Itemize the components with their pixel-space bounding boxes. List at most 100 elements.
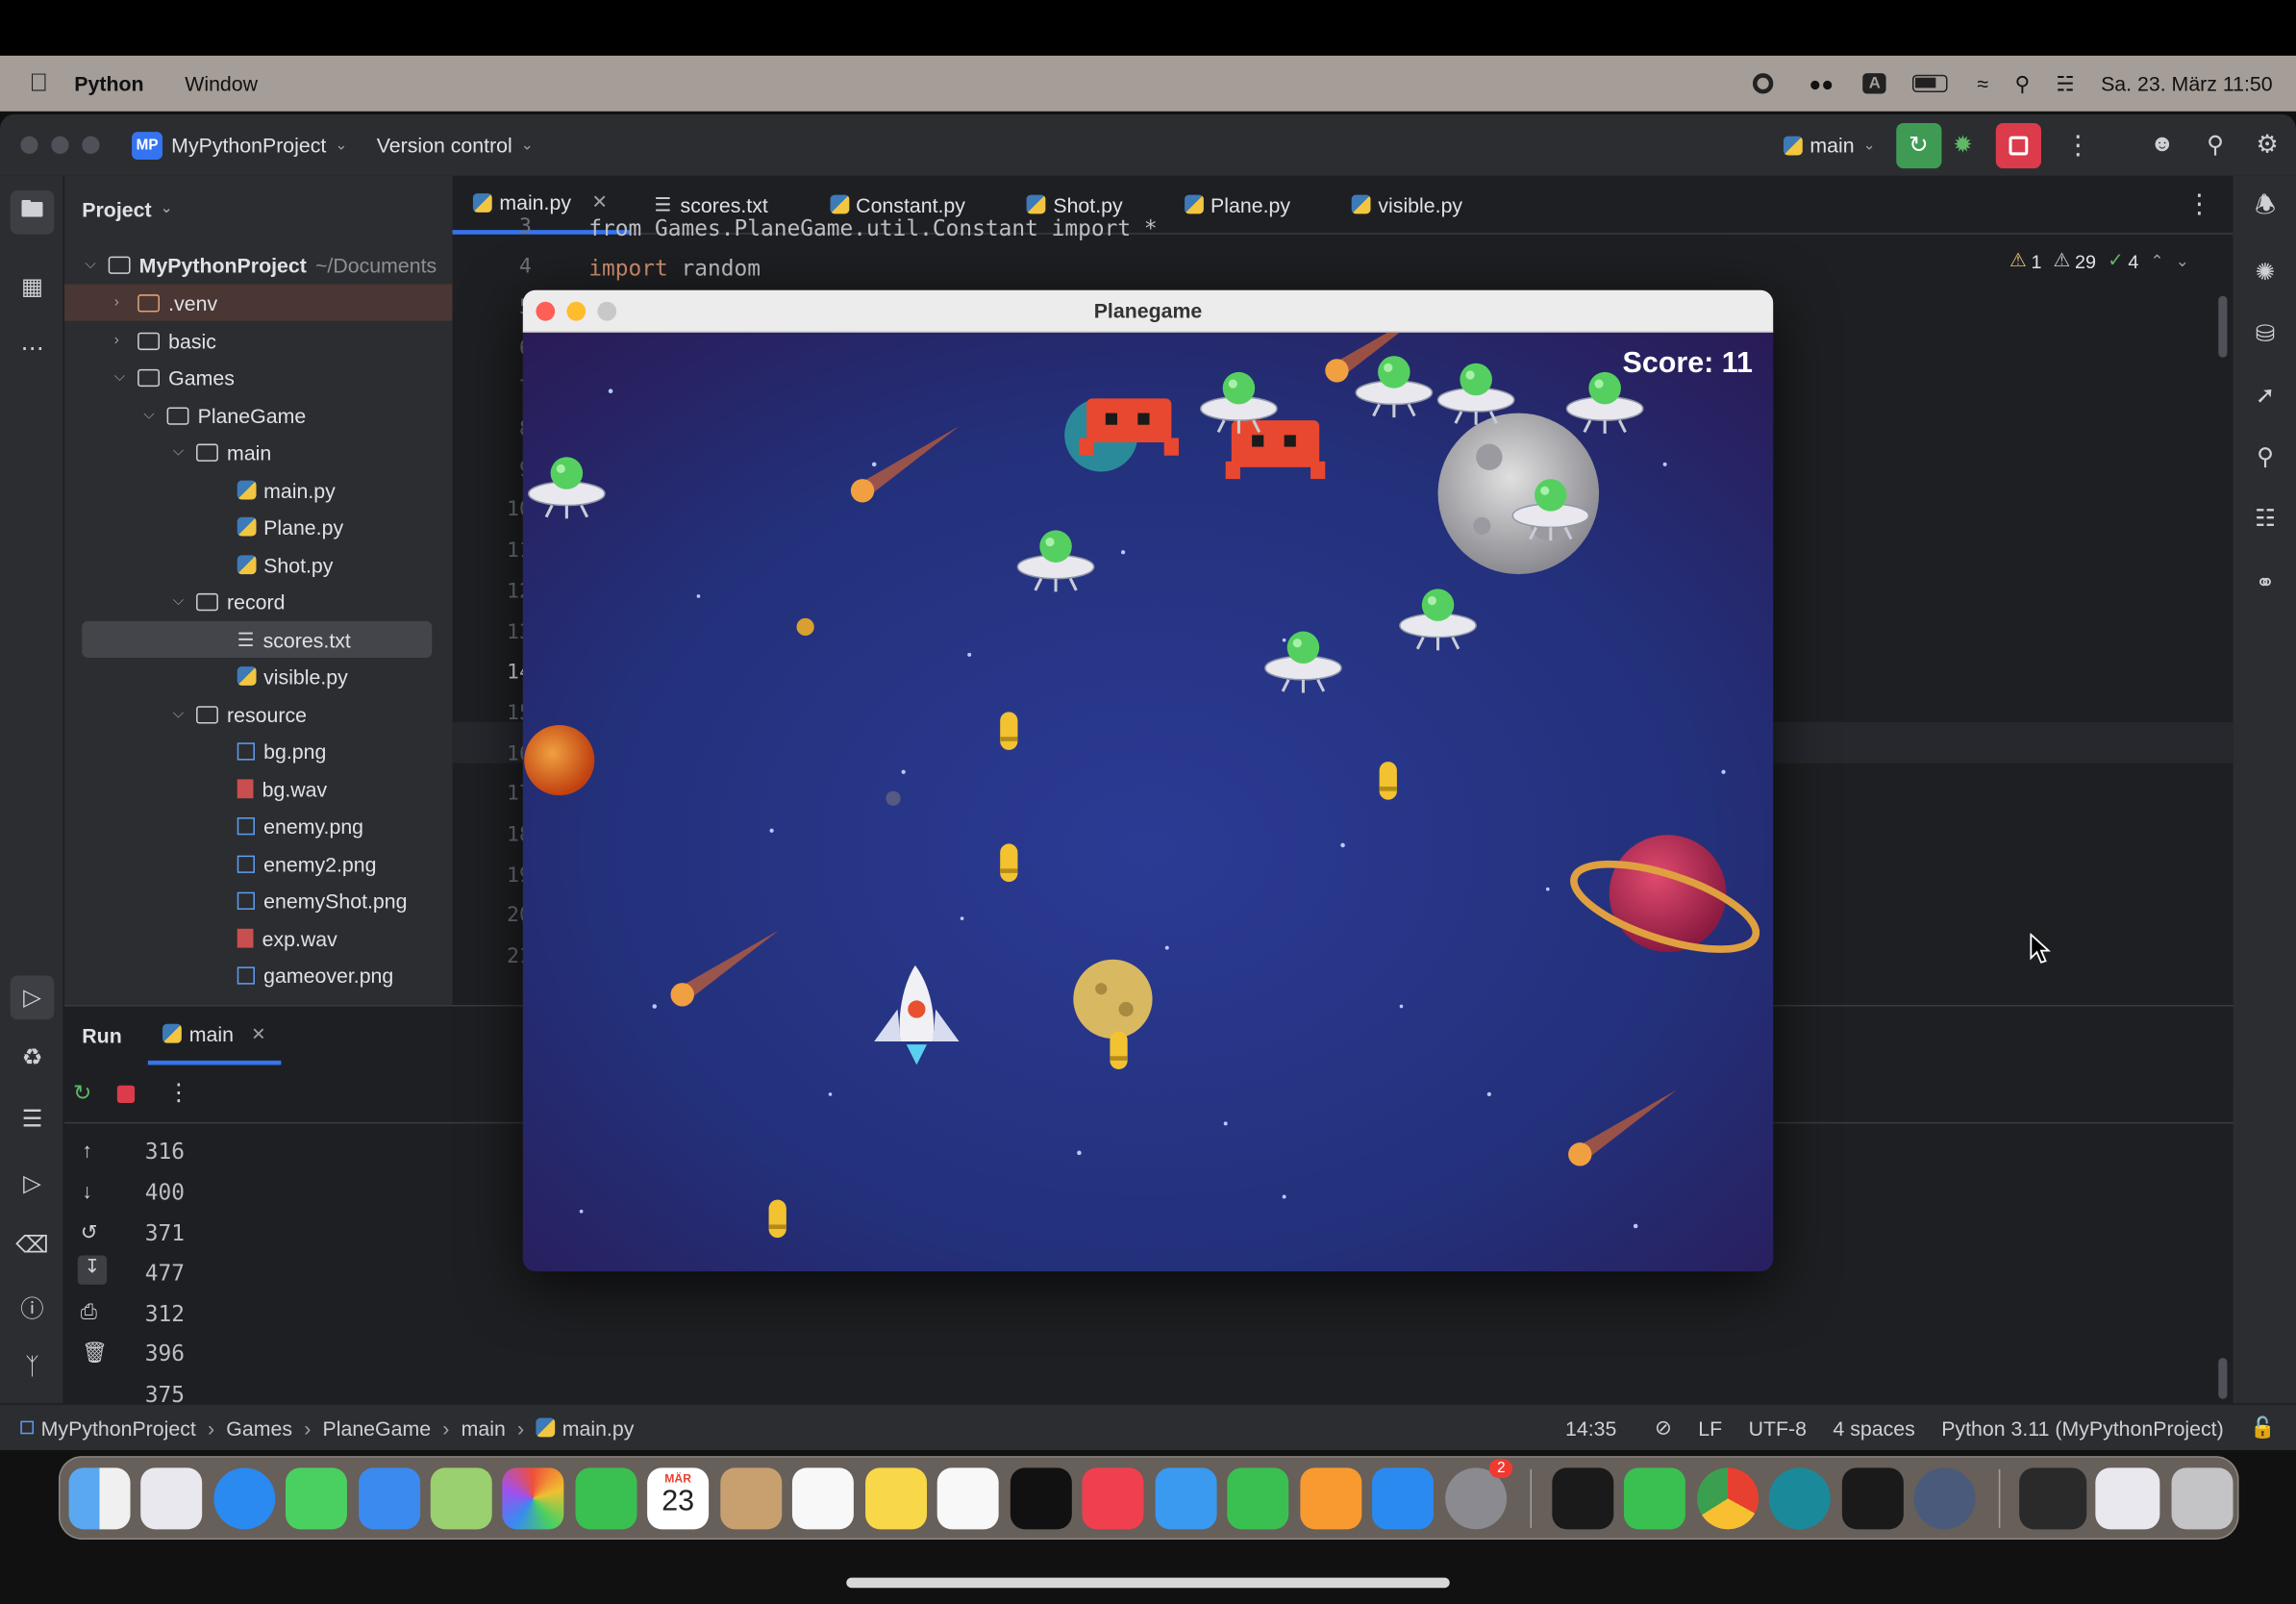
rerun-icon[interactable]: ↻	[73, 1080, 91, 1106]
close-window-icon[interactable]	[536, 301, 556, 321]
project-switcher[interactable]: MP MyPythonProject ⌄	[132, 131, 347, 160]
caret-position[interactable]: 14:35	[1565, 1416, 1616, 1439]
ai-assistant-icon[interactable]: ✺	[2248, 255, 2284, 290]
run-tab-main[interactable]: main ✕	[148, 1007, 281, 1065]
git-icon[interactable]: ᛉ	[14, 1350, 50, 1386]
breadcrumb-item[interactable]: main	[462, 1416, 506, 1439]
minimized-window-icon[interactable]	[2019, 1467, 2087, 1530]
breadcrumb-item[interactable]: main.py	[562, 1416, 635, 1439]
system-settings-icon[interactable]: 2	[1445, 1459, 1513, 1530]
wifi-icon[interactable]: ≈	[1977, 72, 1988, 95]
stop-icon[interactable]	[116, 1085, 136, 1104]
chevron-up-icon[interactable]: ⌃	[2151, 251, 2164, 270]
breadcrumb-item[interactable]: PlaneGame	[323, 1416, 432, 1439]
numbers-icon[interactable]	[1227, 1467, 1289, 1530]
run-scrollbar[interactable]	[2218, 1358, 2228, 1399]
reminders-icon[interactable]	[791, 1467, 854, 1530]
breadcrumb-item[interactable]: MyPythonProject	[41, 1416, 196, 1439]
tree-item-shot-py[interactable]: Shot.py	[237, 546, 333, 583]
layers-icon[interactable]: ☰	[14, 1102, 50, 1138]
python-console-icon[interactable]: ♻	[14, 1040, 50, 1076]
tree-item-planegame[interactable]: ⌵ PlaneGame	[143, 397, 306, 434]
run-tool-icon[interactable]: ▷	[10, 975, 55, 1020]
minimize-window-icon[interactable]	[51, 136, 69, 154]
code-with-me-icon[interactable]: ⚭	[2248, 565, 2284, 601]
wechat-icon[interactable]: ●●	[1809, 72, 1834, 95]
debug-icon[interactable]: ✹	[1953, 131, 1972, 160]
photos-icon[interactable]	[502, 1467, 564, 1530]
tree-item-enemy2-png[interactable]: enemy2.png	[237, 845, 376, 882]
spotlight-icon[interactable]: ⚲	[2014, 71, 2030, 96]
stop-button[interactable]	[1996, 122, 2042, 168]
tree-item-visible-py[interactable]: visible.py	[237, 658, 348, 694]
zoom-window-icon[interactable]	[82, 136, 100, 154]
pages-icon[interactable]	[1300, 1467, 1362, 1530]
tree-item-bg-wav[interactable]: bg.wav	[237, 770, 327, 807]
search-everywhere-icon[interactable]: ⚲	[2248, 439, 2284, 475]
tree-item-scores-txt[interactable]: ☰ scores.txt	[82, 620, 433, 658]
tree-item-resource[interactable]: ⌵ resource	[173, 696, 307, 733]
inspection-widget[interactable]: ⚠ 1 ⚠ 29 ✓ 4 ⌃ ⌄	[2009, 249, 2189, 272]
close-tab-icon[interactable]: ✕	[591, 190, 608, 213]
vcs-menu[interactable]: Version control ⌄	[377, 134, 534, 157]
tree-item-enemy-png[interactable]: enemy.png	[237, 807, 363, 843]
minimized-window-icon[interactable]	[2095, 1467, 2160, 1530]
tree-item-bg-png[interactable]: bg.png	[237, 733, 326, 769]
alien-app-icon[interactable]	[1913, 1467, 1976, 1530]
tree-item-main-py[interactable]: main.py	[237, 471, 336, 508]
folder-icon[interactable]: 🖿	[10, 190, 55, 235]
contacts-icon[interactable]	[720, 1467, 783, 1530]
pycharm-icon[interactable]	[1841, 1467, 1904, 1530]
search-icon[interactable]: ⚲	[2207, 131, 2224, 160]
tree-item-main-folder[interactable]: ⌵ main	[173, 434, 272, 470]
more-tools-icon[interactable]: ⋯	[14, 331, 50, 366]
apple-icon[interactable]: 	[29, 69, 47, 98]
tree-item-record[interactable]: ⌵ record	[173, 583, 286, 619]
structure-icon[interactable]: ▦	[14, 269, 50, 305]
more-actions-icon[interactable]: ⋮	[2065, 130, 2091, 161]
zoom-window-icon[interactable]	[597, 301, 617, 321]
screen-record-icon[interactable]	[1753, 73, 1774, 94]
menubar-clock[interactable]: Sa. 23. März 11:50	[2101, 72, 2273, 95]
maps-icon[interactable]	[430, 1467, 492, 1530]
facetime-icon[interactable]	[575, 1467, 637, 1530]
tree-item-exp-wav[interactable]: exp.wav	[237, 920, 337, 957]
terminal-app-icon[interactable]	[1552, 1467, 1614, 1530]
project-panel-header[interactable]: Project ⌄	[82, 190, 172, 227]
tree-item-enemyshot-png[interactable]: enemyShot.png	[237, 882, 408, 918]
apple-tv-icon[interactable]	[1010, 1467, 1072, 1530]
tree-item-basic[interactable]: › basic	[114, 322, 216, 359]
wechat-app-icon[interactable]	[1623, 1467, 1685, 1530]
game-canvas[interactable]: Score: 11	[522, 332, 1774, 1272]
tree-item-gameover-png[interactable]: gameover.png	[237, 957, 393, 993]
chevron-down-icon[interactable]: ⌄	[2176, 251, 2189, 270]
settings-icon[interactable]: ⚙	[2257, 131, 2279, 160]
safari-icon[interactable]	[213, 1467, 276, 1530]
problems-icon[interactable]: ⓘ	[14, 1289, 50, 1324]
chrome-icon[interactable]	[1697, 1467, 1759, 1530]
arduino-icon[interactable]	[1768, 1467, 1831, 1530]
tab-options-icon[interactable]: ⋮	[2186, 189, 2212, 220]
launchpad-icon[interactable]	[140, 1467, 203, 1530]
freeform-icon[interactable]	[936, 1467, 999, 1530]
app-store-icon[interactable]	[1372, 1467, 1434, 1530]
tree-item-plane-py[interactable]: Plane.py	[237, 509, 343, 545]
breadcrumb-item[interactable]: Games	[226, 1416, 292, 1439]
close-window-icon[interactable]	[20, 136, 38, 154]
mail-icon[interactable]	[359, 1467, 421, 1530]
menu-app-name[interactable]: Python	[74, 72, 143, 95]
calendar-icon[interactable]: MÄR 23	[647, 1467, 710, 1530]
tab-visible-py[interactable]: visible.py	[1329, 175, 1486, 234]
close-tab-icon[interactable]: ✕	[251, 1023, 265, 1043]
python-packages-icon[interactable]: ☷	[2248, 501, 2284, 537]
battery-icon[interactable]	[1912, 74, 1948, 92]
lock-icon[interactable]: 🔓	[2250, 1415, 2276, 1440]
notes-icon[interactable]	[865, 1467, 928, 1530]
editor-scrollbar[interactable]	[2218, 295, 2228, 358]
input-source-icon[interactable]: A	[1862, 73, 1886, 94]
notifications-icon[interactable]: 🕭	[2248, 190, 2284, 226]
control-center-icon[interactable]: ☵	[2057, 71, 2075, 96]
add-user-icon[interactable]: ☻	[2150, 132, 2175, 158]
messages-icon[interactable]	[285, 1467, 347, 1530]
tree-item-venv[interactable]: › .venv	[64, 284, 453, 321]
